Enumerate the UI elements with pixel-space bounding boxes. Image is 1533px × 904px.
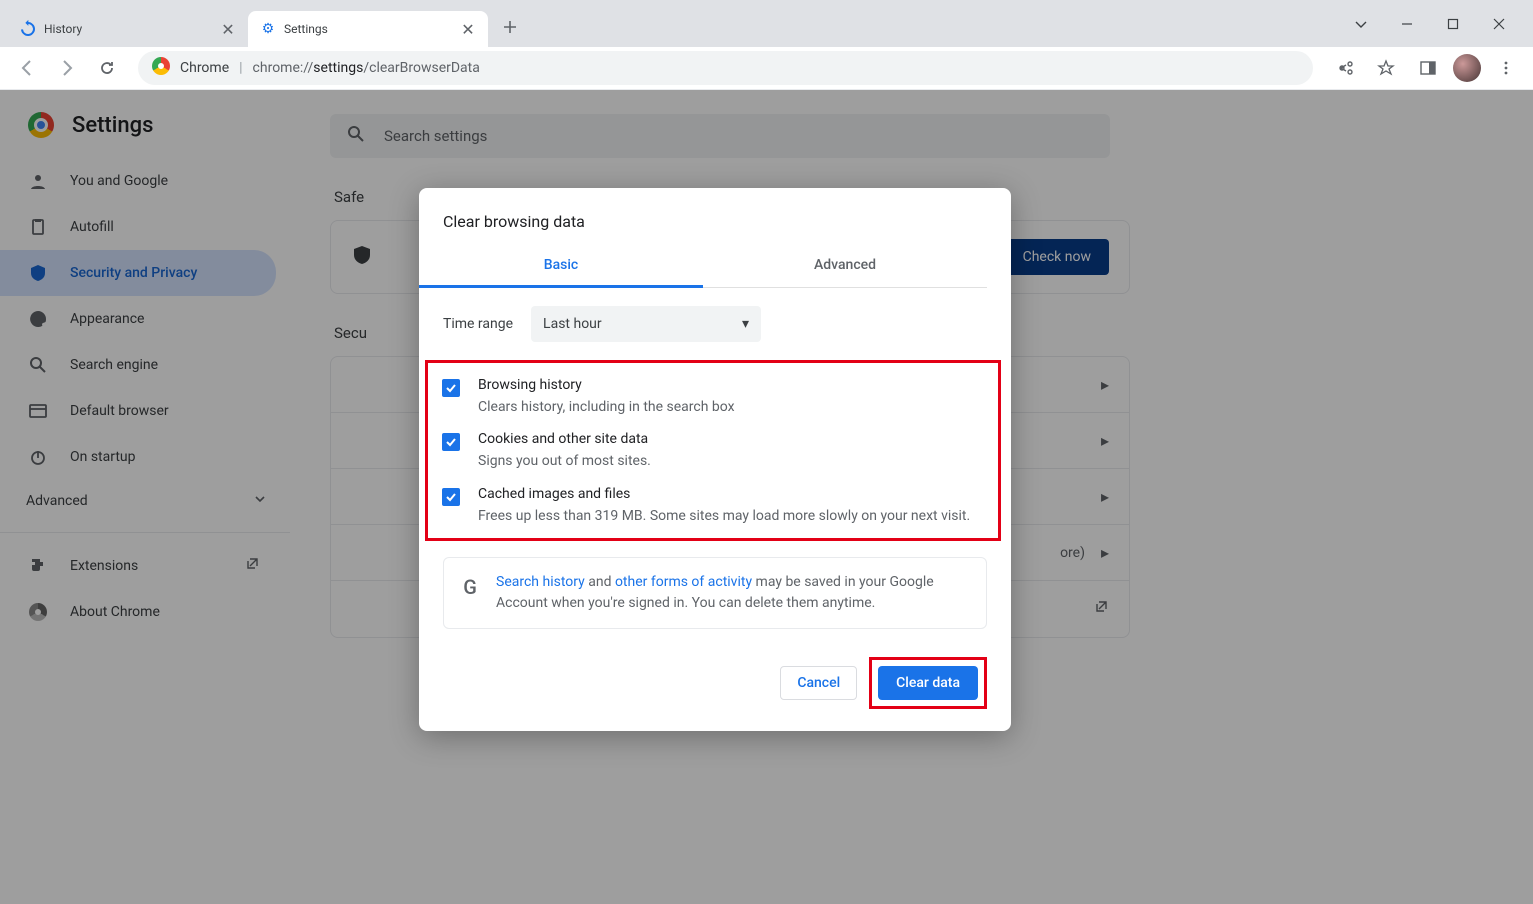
checkbox-subtitle: Frees up less than 319 MB. Some sites ma… (478, 506, 970, 526)
history-icon (20, 21, 36, 37)
google-account-info: G Search history and other forms of acti… (443, 557, 987, 629)
cancel-button[interactable]: Cancel (780, 666, 857, 700)
side-panel-icon[interactable] (1411, 51, 1445, 85)
forward-button[interactable] (50, 51, 84, 85)
reload-button[interactable] (90, 51, 124, 85)
other-activity-link[interactable]: other forms of activity (615, 574, 752, 590)
close-window-button[interactable] (1485, 10, 1513, 38)
checkbox-cached[interactable] (442, 488, 460, 506)
search-history-link[interactable]: Search history (496, 574, 585, 590)
gear-icon: ⚙ (260, 21, 276, 37)
time-range-value: Last hour (543, 316, 602, 332)
close-icon[interactable]: ✕ (460, 21, 476, 37)
tab-advanced[interactable]: Advanced (703, 245, 987, 287)
minimize-button[interactable] (1393, 10, 1421, 38)
checkbox-title: Browsing history (478, 377, 735, 393)
url-divider: | (239, 60, 242, 76)
bookmark-icon[interactable] (1369, 51, 1403, 85)
tab-title: Settings (284, 22, 452, 36)
annotation-highlight-checkboxes: Browsing history Clears history, includi… (425, 360, 1001, 541)
address-bar[interactable]: Chrome | chrome://settings/clearBrowserD… (138, 51, 1313, 85)
profile-avatar[interactable] (1453, 54, 1481, 82)
share-icon[interactable] (1327, 51, 1361, 85)
time-range-label: Time range (443, 316, 513, 332)
tab-strip: History ✕ ⚙ Settings ✕ (0, 0, 1533, 47)
tab-basic[interactable]: Basic (419, 245, 703, 288)
close-icon[interactable]: ✕ (220, 21, 236, 37)
back-button[interactable] (10, 51, 44, 85)
maximize-button[interactable] (1439, 10, 1467, 38)
checkbox-row-cached: Cached images and files Frees up less th… (442, 472, 984, 526)
clear-data-button[interactable]: Clear data (878, 666, 978, 700)
annotation-highlight-clear-button: Clear data (869, 657, 987, 709)
checkbox-row-cookies: Cookies and other site data Signs you ou… (442, 417, 984, 471)
checkbox-cookies[interactable] (442, 433, 460, 451)
tab-history[interactable]: History ✕ (8, 11, 248, 47)
new-tab-button[interactable] (496, 13, 524, 41)
window-controls (1347, 10, 1525, 38)
checkbox-title: Cached images and files (478, 486, 970, 502)
dialog-title: Clear browsing data (419, 212, 1011, 245)
tab-settings[interactable]: ⚙ Settings ✕ (248, 11, 488, 47)
toolbar: Chrome | chrome://settings/clearBrowserD… (0, 47, 1533, 90)
dropdown-caret-icon: ▾ (742, 316, 749, 332)
url-origin-label: Chrome (180, 60, 229, 76)
dialog-tabs: Basic Advanced (419, 245, 987, 288)
checkbox-subtitle: Clears history, including in the search … (478, 397, 735, 417)
chrome-icon (152, 57, 170, 79)
kebab-menu-icon[interactable] (1489, 51, 1523, 85)
google-g-icon: G (460, 572, 480, 614)
clear-browsing-data-dialog: Clear browsing data Basic Advanced Time … (419, 188, 1011, 731)
checkbox-subtitle: Signs you out of most sites. (478, 451, 651, 471)
tab-title: History (44, 22, 212, 36)
checkbox-browsing-history[interactable] (442, 379, 460, 397)
url-text: chrome://settings/clearBrowserData (253, 60, 480, 76)
checkbox-title: Cookies and other site data (478, 431, 651, 447)
chevron-down-icon[interactable] (1347, 10, 1375, 38)
checkbox-row-browsing-history: Browsing history Clears history, includi… (442, 363, 984, 417)
time-range-select[interactable]: Last hour ▾ (531, 306, 761, 342)
